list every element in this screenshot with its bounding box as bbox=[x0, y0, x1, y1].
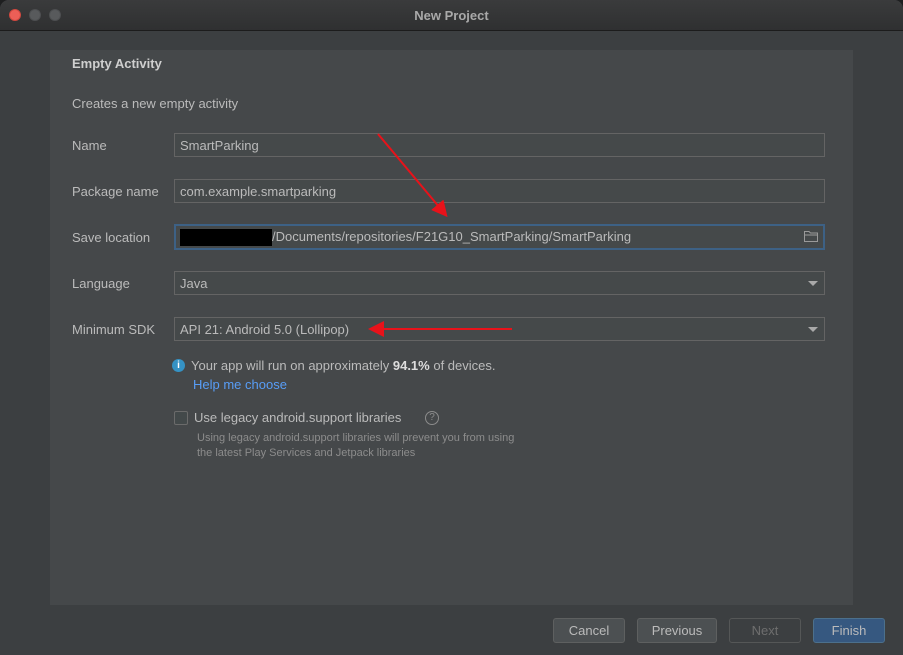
coverage-suffix: of devices. bbox=[429, 358, 496, 373]
folder-icon[interactable] bbox=[804, 230, 818, 242]
name-value: SmartParking bbox=[180, 138, 259, 153]
coverage-prefix: Your app will run on approximately bbox=[191, 358, 393, 373]
name-label: Name bbox=[72, 138, 107, 153]
help-me-choose-link[interactable]: Help me choose bbox=[193, 377, 287, 392]
language-dropdown[interactable]: Java bbox=[174, 271, 825, 295]
previous-button[interactable]: Previous bbox=[637, 618, 717, 643]
legacy-note-line-2: the latest Play Services and Jetpack lib… bbox=[197, 447, 416, 459]
dialog-footer: Cancel Previous Next Finish bbox=[0, 605, 903, 655]
legacy-support-label[interactable]: Use legacy android.support libraries bbox=[194, 410, 401, 425]
project-settings-panel: Empty Activity Creates a new empty activ… bbox=[50, 50, 853, 605]
template-description: Creates a new empty activity bbox=[72, 96, 239, 111]
minimum-sdk-value: API 21: Android 5.0 (Lollipop) bbox=[180, 322, 350, 337]
chevron-down-icon bbox=[808, 281, 818, 286]
cancel-button[interactable]: Cancel bbox=[553, 618, 625, 643]
package-name-field[interactable]: com.example.smartparking bbox=[174, 179, 825, 203]
window-title: New Project bbox=[414, 8, 489, 23]
language-label: Language bbox=[72, 276, 130, 291]
title-bar: New Project bbox=[0, 0, 903, 31]
redacted-path bbox=[180, 229, 272, 247]
minimum-sdk-dropdown[interactable]: API 21: Android 5.0 (Lollipop) bbox=[174, 317, 825, 341]
legacy-support-note: Using legacy android.support libraries w… bbox=[197, 431, 557, 461]
next-button[interactable]: Next bbox=[729, 618, 801, 643]
legacy-support-checkbox[interactable] bbox=[174, 411, 188, 425]
save-location-label: Save location bbox=[72, 230, 151, 245]
legacy-note-line-1: Using legacy android.support libraries w… bbox=[197, 432, 515, 444]
package-name-value: com.example.smartparking bbox=[180, 184, 337, 199]
save-location-value: /Documents/repositories/F21G10_SmartPark… bbox=[272, 229, 632, 244]
coverage-percent: 94.1% bbox=[392, 358, 430, 373]
finish-button[interactable]: Finish bbox=[813, 618, 885, 643]
chevron-down-icon bbox=[808, 327, 818, 332]
question-icon[interactable]: ? bbox=[425, 411, 439, 425]
language-value: Java bbox=[180, 276, 208, 291]
name-field[interactable]: SmartParking bbox=[174, 133, 825, 157]
template-title: Empty Activity bbox=[72, 56, 162, 71]
new-project-window: New Project Empty Activity Creates a new… bbox=[0, 0, 903, 655]
save-location-field[interactable]: /Documents/repositories/F21G10_SmartPark… bbox=[174, 224, 825, 250]
info-icon: i bbox=[172, 359, 185, 372]
package-name-label: Package name bbox=[72, 184, 159, 199]
device-coverage-text: Your app will run on approximately 94.1%… bbox=[191, 358, 496, 373]
minimum-sdk-label: Minimum SDK bbox=[72, 322, 156, 337]
